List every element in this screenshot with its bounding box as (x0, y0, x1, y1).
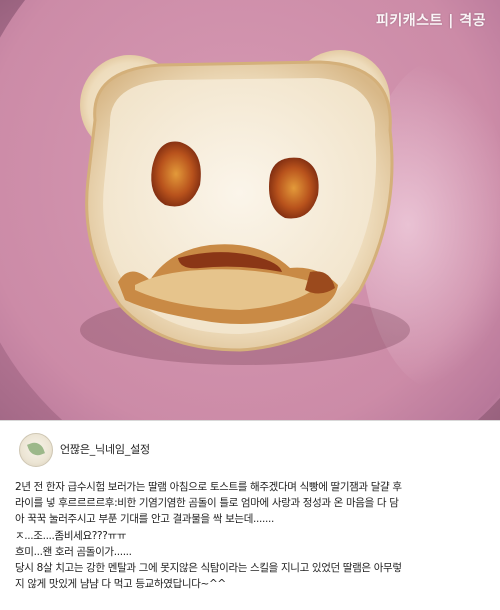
username[interactable]: 언짢은_닉네임_설정 (60, 441, 150, 457)
post-line: 아 꾹꾹 눌러주시고 부푼 기대를 안고 결과물을 싹 보는데....... (15, 513, 274, 526)
bear-toast-image (80, 50, 410, 365)
watermark-text: 피키캐스트 | 격공 (375, 13, 486, 29)
leaf-icon (27, 440, 45, 458)
post-line: 지 않게 맛있게 냠냠 다 먹고 등교하였답니다~^^ (15, 578, 226, 591)
post-line: 라이를 넣 후르르르르후:비한 기염기염한 곰돌이 틀로 엄마에 사랑과 정성과… (15, 497, 399, 510)
avatar[interactable] (19, 433, 53, 467)
post-line: 흐미...왠 호러 곰돌이가...... (15, 545, 132, 558)
post-content: 언짢은_닉네임_설정 2년 전 한자 급수시험 보러가는 딸램 아침으로 토스트… (0, 420, 500, 610)
post-line: 2년 전 한자 급수시험 보러가는 딸램 아침으로 토스트를 해주겠다며 식빵에… (15, 481, 402, 493)
post-photo: 피키캐스트 | 격공 (0, 0, 500, 420)
post-line: ㅈ...조....좀비세요???ㅠㅠ (15, 529, 127, 542)
post-body: 2년 전 한자 급수시험 보러가는 딸램 아침으로 토스트를 해주겠다며 식빵에… (15, 479, 487, 592)
post-line: 당시 8살 치고는 강한 멘탈과 그에 못지않은 식탐이라는 스킬을 지니고 있… (15, 562, 402, 575)
